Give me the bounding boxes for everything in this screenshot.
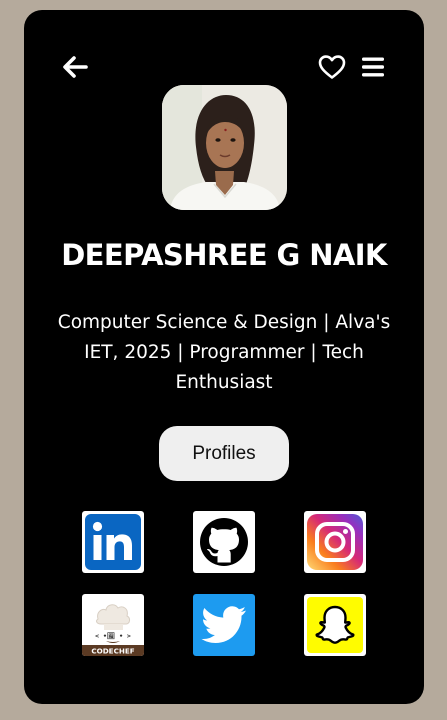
heart-icon[interactable] [318,54,346,80]
profile-name: DEEPASHREE G NAIK [61,238,387,272]
profile-tagline: Computer Science & Design | Alva's IET, … [57,312,391,393]
snapchat-icon[interactable] [304,594,366,656]
hamburger-menu-icon[interactable] [362,57,384,77]
linkedin-icon[interactable] [82,511,144,573]
svg-text:< •🖼 • >: < •🖼 • > [95,632,131,640]
twitter-icon[interactable] [193,594,255,656]
github-icon[interactable] [193,511,255,573]
profiles-button[interactable]: Profiles [159,426,289,481]
codechef-wordmark: CODECHEF [91,647,134,656]
back-arrow-icon[interactable] [62,55,88,79]
profile-card: DEEPASHREE G NAIK Computer Science & Des… [24,10,424,704]
instagram-icon[interactable] [304,511,366,573]
profile-avatar [162,85,287,210]
codechef-icon[interactable]: < •🖼 • > CODECHEF [82,594,144,656]
